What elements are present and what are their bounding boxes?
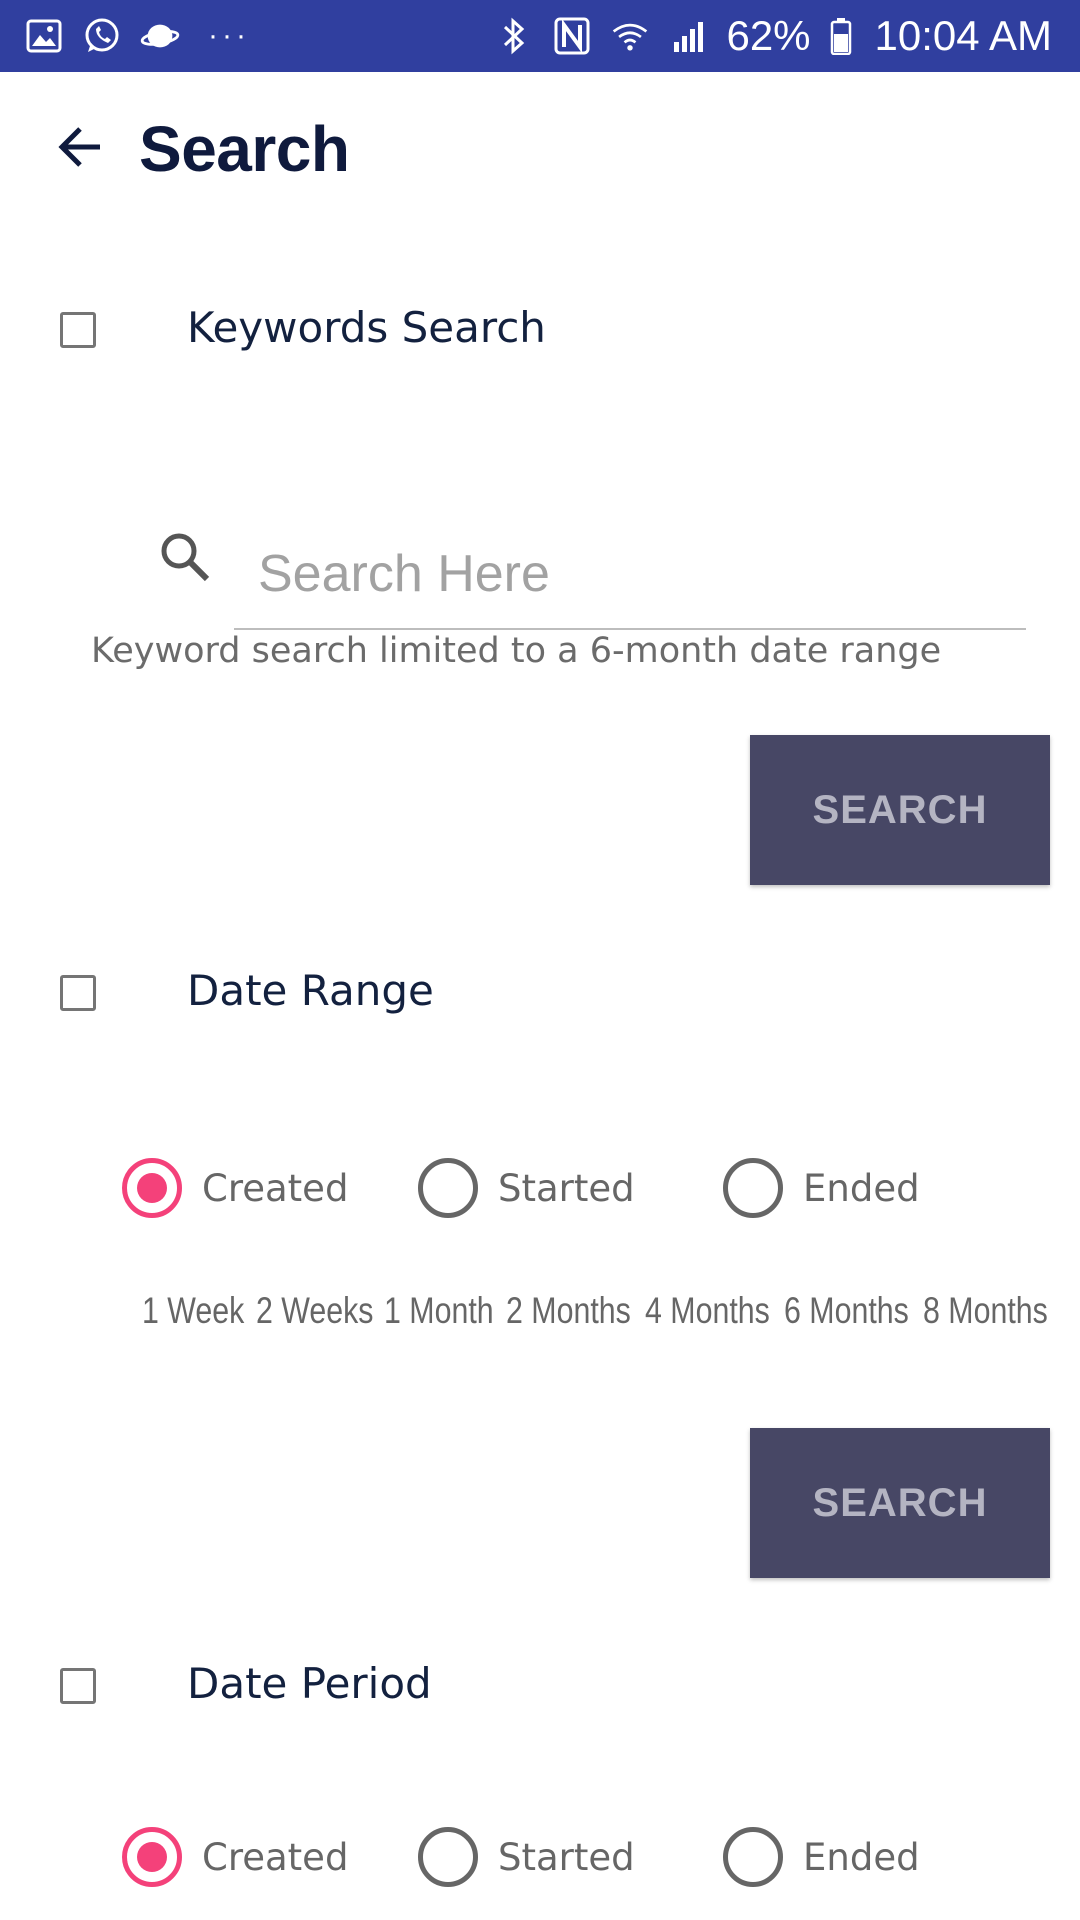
- clock: 10:04 AM: [874, 12, 1052, 59]
- status-bar-system: 62% 10:04 AM: [494, 12, 1052, 60]
- duration-2-months[interactable]: 2 Months: [506, 1290, 631, 1332]
- radio-label: Started: [498, 1835, 635, 1879]
- status-bar-notifications: ···: [24, 16, 250, 56]
- duration-6-months[interactable]: 6 Months: [784, 1290, 909, 1332]
- radio-created[interactable]: Created: [122, 1827, 348, 1887]
- duration-1-month[interactable]: 1 Month: [384, 1290, 494, 1332]
- keywords-search-checkbox[interactable]: [60, 312, 96, 348]
- radio-label: Started: [498, 1166, 635, 1210]
- status-bar: ··· 62% 10:04 AM: [0, 0, 1080, 72]
- date-period-checkbox[interactable]: [60, 1668, 96, 1704]
- radio-label: Created: [202, 1166, 349, 1210]
- back-arrow-icon[interactable]: [56, 122, 106, 172]
- bluetooth-icon: [494, 16, 534, 56]
- nfc-icon: [552, 16, 592, 56]
- radio-button[interactable]: [723, 1827, 783, 1887]
- keyword-search-hint: Keyword search limited to a 6-month date…: [91, 631, 942, 671]
- wifi-icon: [610, 16, 650, 56]
- radio-button[interactable]: [418, 1827, 478, 1887]
- duration-options: 1 Week 2 Weeks 1 Month 2 Months 4 Months…: [140, 1290, 1048, 1340]
- search-icon: [155, 527, 215, 587]
- radio-created[interactable]: Created: [122, 1158, 348, 1218]
- date-period-label: Date Period: [187, 1659, 432, 1708]
- date-period-row[interactable]: Date Period: [0, 1646, 1080, 1726]
- keywords-search-button[interactable]: SEARCH: [750, 735, 1050, 885]
- planet-icon: [140, 16, 180, 56]
- radio-ended[interactable]: Ended: [723, 1827, 920, 1887]
- battery-percent: 62%: [726, 12, 811, 59]
- date-range-search-button[interactable]: SEARCH: [750, 1428, 1050, 1578]
- signal-icon: [668, 16, 708, 56]
- radio-button-selected[interactable]: [122, 1158, 182, 1218]
- date-period-type-group: Created Started Ended: [0, 1827, 1080, 1897]
- keywords-search-row[interactable]: Keywords Search: [0, 290, 1080, 370]
- date-range-type-group: Created Started Ended: [0, 1158, 1080, 1228]
- date-range-label: Date Range: [187, 966, 434, 1015]
- radio-button[interactable]: [723, 1158, 783, 1218]
- radio-label: Ended: [803, 1835, 920, 1879]
- more-notifications-icon: ···: [208, 19, 250, 52]
- duration-1-week[interactable]: 1 Week: [142, 1290, 244, 1332]
- app-bar: Search: [0, 72, 1080, 222]
- duration-4-months[interactable]: 4 Months: [645, 1290, 770, 1332]
- radio-label: Created: [202, 1835, 349, 1879]
- duration-2-weeks[interactable]: 2 Weeks: [256, 1290, 373, 1332]
- date-range-row[interactable]: Date Range: [0, 953, 1080, 1033]
- radio-button-selected[interactable]: [122, 1827, 182, 1887]
- radio-started[interactable]: Started: [418, 1158, 635, 1218]
- page-title: Search: [139, 113, 350, 185]
- keywords-search-label: Keywords Search: [187, 303, 546, 352]
- whatsapp-icon: [82, 16, 122, 56]
- gallery-icon: [24, 16, 64, 56]
- radio-button[interactable]: [418, 1158, 478, 1218]
- date-range-checkbox[interactable]: [60, 975, 96, 1011]
- radio-started[interactable]: Started: [418, 1827, 635, 1887]
- battery-icon: [829, 16, 853, 56]
- radio-ended[interactable]: Ended: [723, 1158, 920, 1218]
- duration-8-months[interactable]: 8 Months: [923, 1290, 1048, 1332]
- radio-label: Ended: [803, 1166, 920, 1210]
- search-input[interactable]: [234, 520, 1026, 630]
